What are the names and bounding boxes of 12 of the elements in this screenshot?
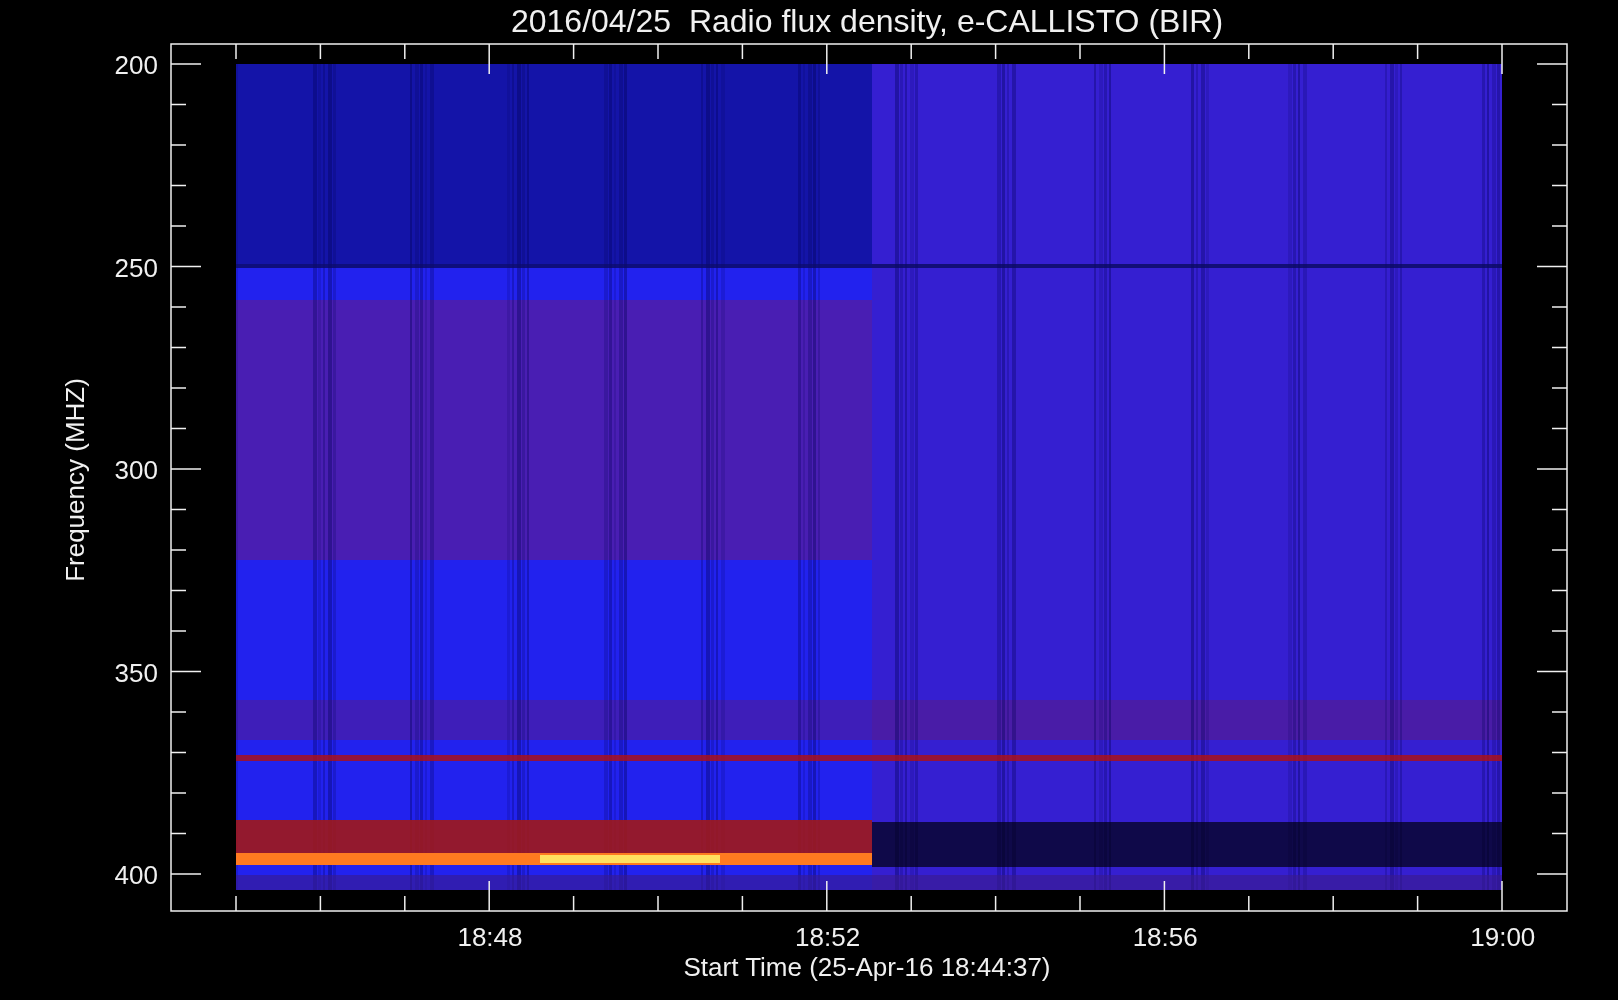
x-tick-label: 19:00 [1470, 922, 1536, 952]
y-tick-label: 250 [114, 252, 158, 283]
y-tick-label: 300 [114, 455, 158, 485]
y-tick-label: 350 [114, 657, 158, 688]
y-axis-label: Frequency (MHZ) [60, 378, 90, 582]
x-tick-label: 18:48 [457, 922, 523, 952]
x-axis-label: Start Time (25-Apr-16 18:44:37) [683, 952, 1051, 982]
x-tick-label: 18:56 [1132, 922, 1198, 952]
x-tick-label: 18:52 [795, 922, 861, 952]
plot-title: 2016/04/25 Radio flux density, e-CALLISTO (BIR) [510, 3, 1224, 39]
y-tick-label: 400 [114, 860, 158, 890]
y-tick-label: 200 [114, 50, 158, 80]
